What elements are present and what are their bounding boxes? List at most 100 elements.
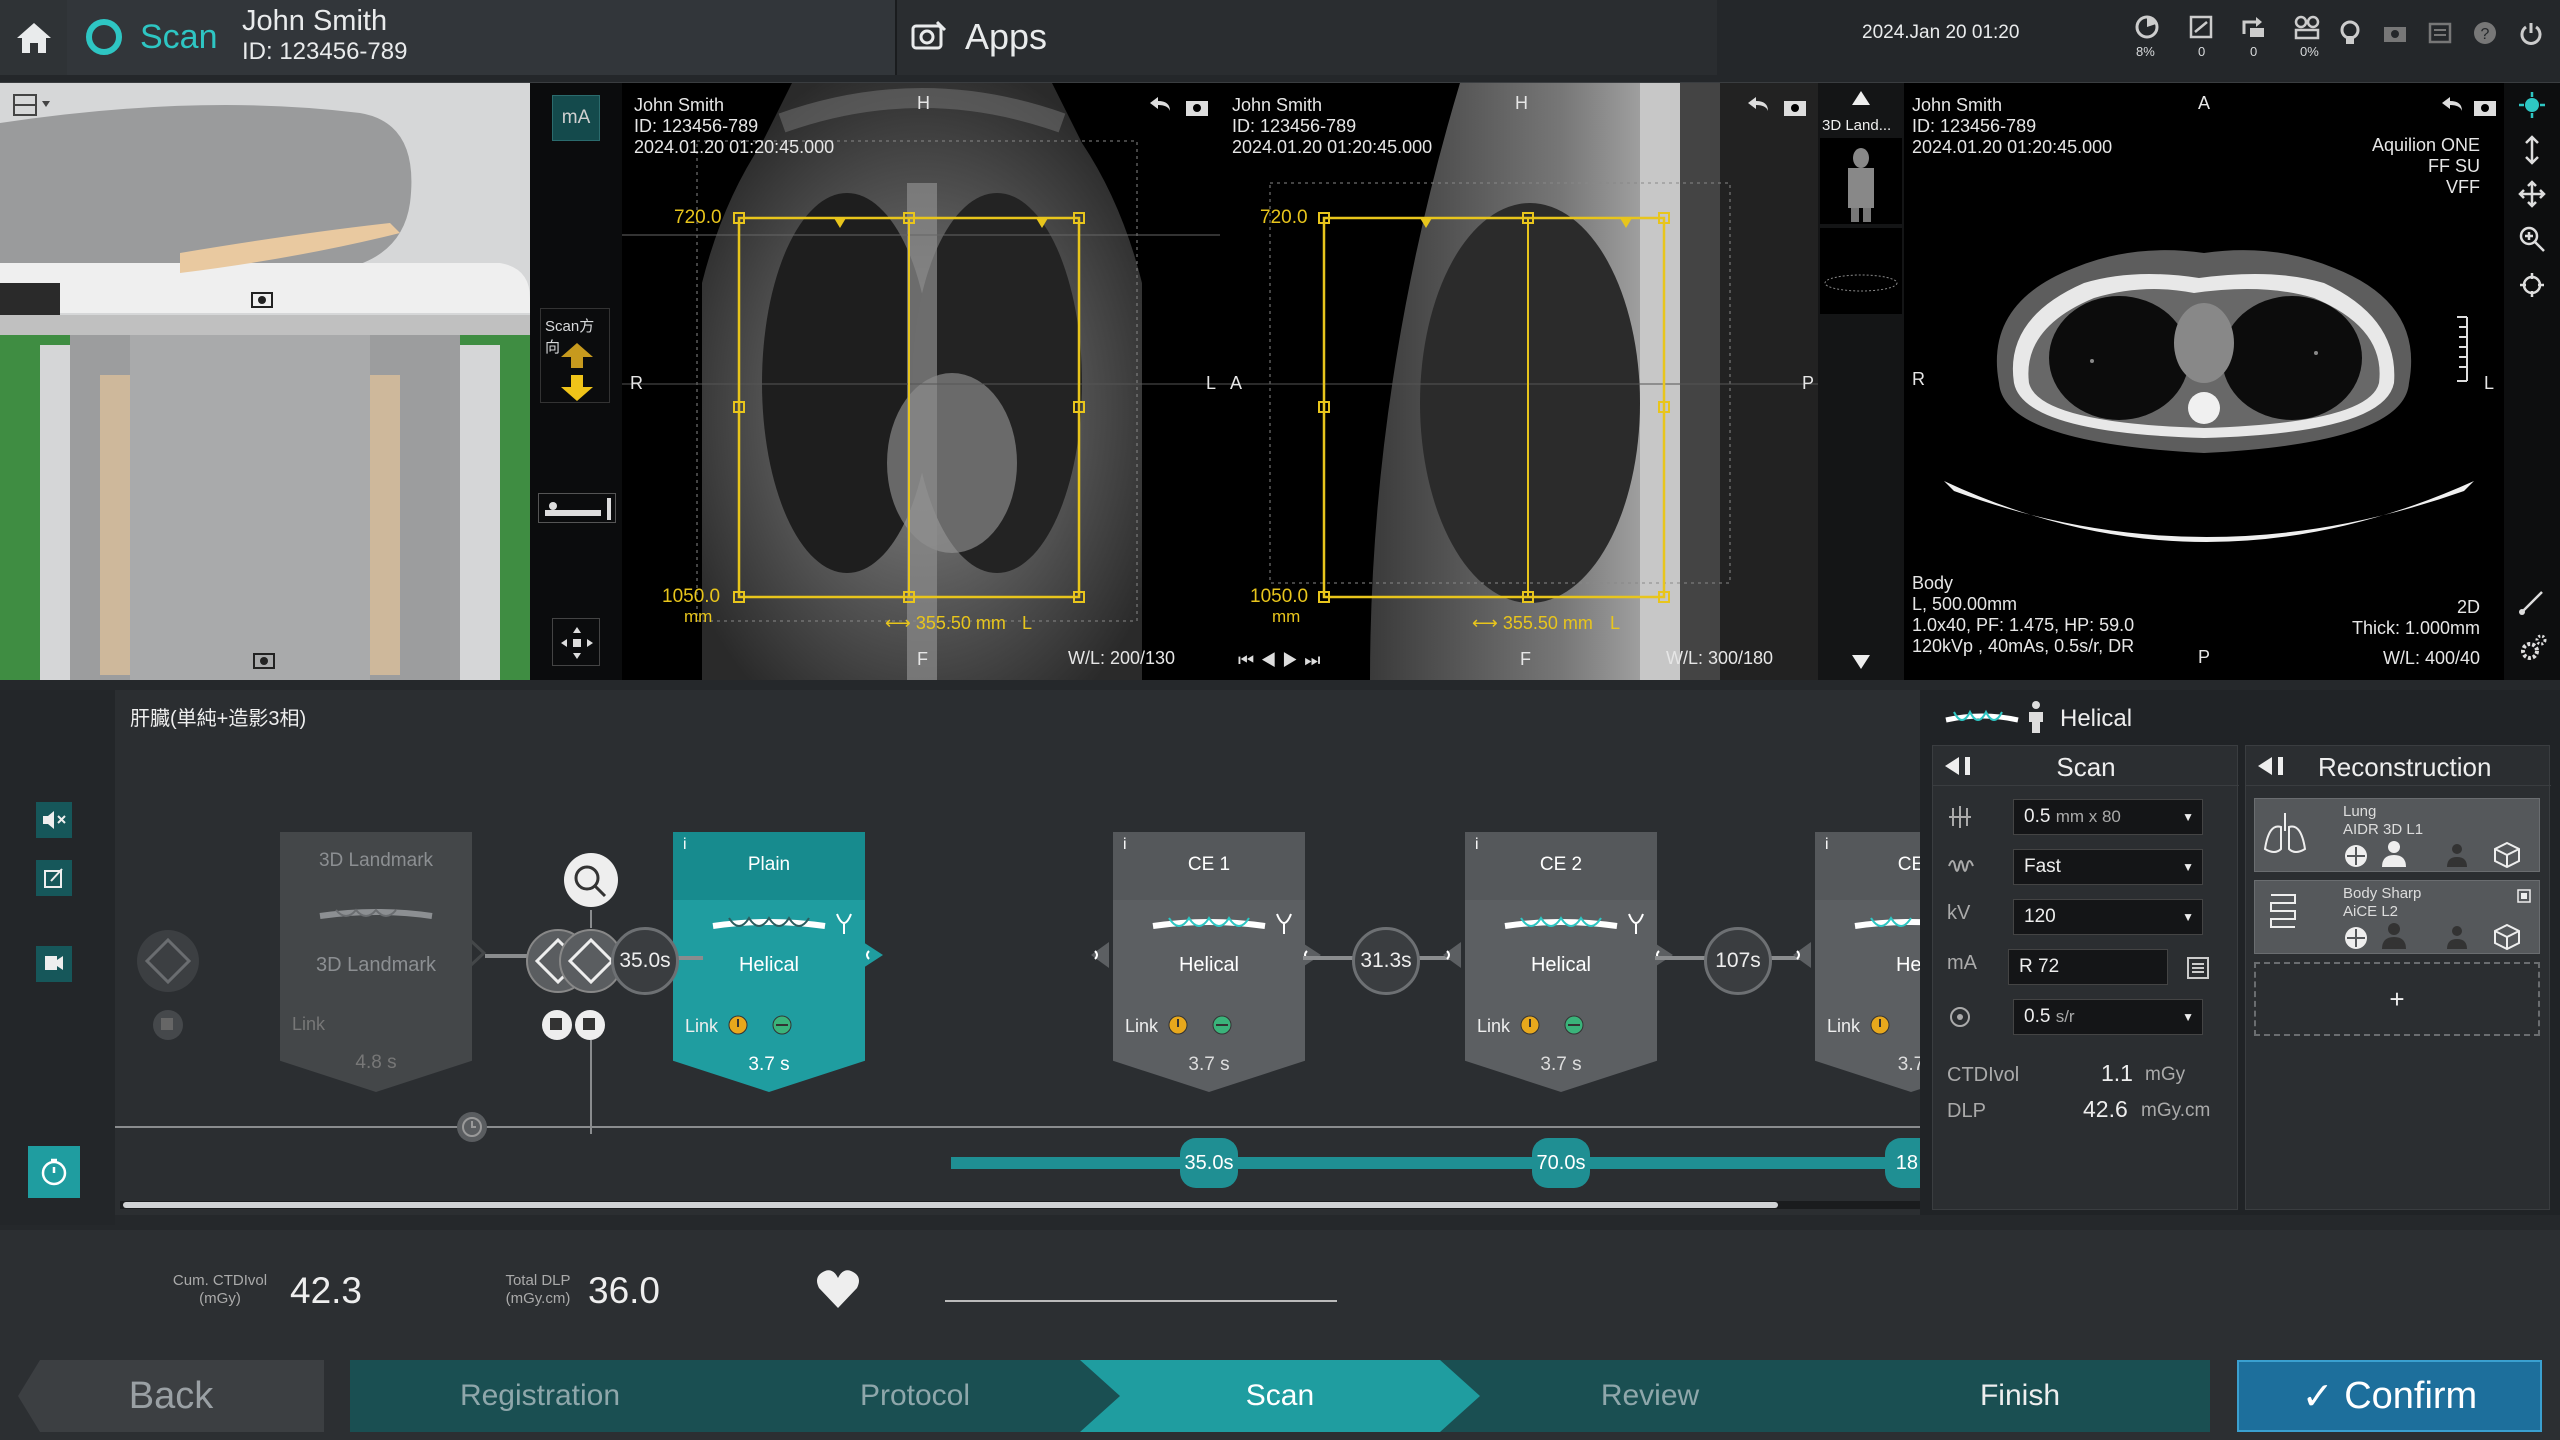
- link-right-icon[interactable]: [1299, 940, 1329, 970]
- step-link[interactable]: Link: [1125, 1016, 1158, 1037]
- landmark-thumb-1[interactable]: [1820, 138, 1902, 224]
- link-left-icon[interactable]: [1085, 940, 1111, 970]
- step-link[interactable]: Link: [685, 1016, 718, 1037]
- camera-icon[interactable]: [250, 289, 274, 309]
- window-level[interactable]: W/L: 400/40: [2383, 648, 2480, 669]
- ma-field[interactable]: R 72: [2008, 949, 2168, 985]
- camera-icon[interactable]: [252, 650, 276, 670]
- network-icon[interactable]: [2292, 14, 2322, 40]
- step-scan[interactable]: Scan: [1080, 1360, 1480, 1432]
- landmark-strip[interactable]: 3D Land...: [1818, 83, 1904, 680]
- camera-icon[interactable]: [2472, 95, 2498, 119]
- user-icon[interactable]: [2445, 841, 2469, 869]
- speed-select[interactable]: Fast ▼: [2013, 849, 2203, 885]
- voice-button[interactable]: [36, 946, 72, 982]
- step-link[interactable]: Link: [292, 1014, 325, 1035]
- settings-sun-icon[interactable]: [2518, 91, 2546, 119]
- scroll-up-icon[interactable]: [1850, 89, 1872, 107]
- zoom-icon[interactable]: [2518, 225, 2546, 253]
- ma-button[interactable]: mA: [552, 95, 600, 141]
- transfer-icon[interactable]: [2240, 14, 2268, 40]
- help-icon[interactable]: ?: [2472, 20, 2498, 46]
- contrast-icon[interactable]: [1563, 1014, 1585, 1036]
- info-icon[interactable]: i: [683, 836, 687, 854]
- edit-button[interactable]: [36, 860, 72, 896]
- injector-button[interactable]: [561, 850, 621, 910]
- undo-icon[interactable]: [1744, 95, 1772, 119]
- queue-icon[interactable]: [2188, 14, 2214, 40]
- warning-icon[interactable]: [727, 1014, 749, 1036]
- info-icon[interactable]: i: [1123, 836, 1127, 854]
- recon-item-body[interactable]: Body Sharp AiCE L2: [2254, 880, 2540, 954]
- timing-mark[interactable]: 18: [1885, 1138, 1920, 1188]
- voice-node-icon[interactable]: [151, 1008, 185, 1042]
- undo-icon[interactable]: [1146, 95, 1174, 119]
- voice-node-icon[interactable]: [540, 1008, 574, 1042]
- collapse-left-icon[interactable]: [2256, 755, 2286, 777]
- step-plain[interactable]: i Plain Helical Link 3.7 s: [673, 832, 865, 1092]
- rotation-select[interactable]: 0.5 s/r ▼: [2013, 999, 2203, 1035]
- 3d-cube-icon[interactable]: [2493, 841, 2521, 869]
- step-registration[interactable]: Registration: [350, 1360, 730, 1432]
- info-icon[interactable]: i: [1825, 836, 1829, 854]
- pan-icon[interactable]: [2518, 180, 2546, 208]
- heart-icon[interactable]: [815, 1268, 861, 1310]
- disk-icon[interactable]: [2134, 14, 2160, 40]
- camera-icon[interactable]: [1782, 95, 1808, 119]
- dose-icon[interactable]: [2343, 925, 2369, 951]
- clock-node[interactable]: [455, 1110, 489, 1144]
- step-ce3[interactable]: i CE Hel Link 3.7: [1815, 832, 1920, 1092]
- page-icon[interactable]: [2520, 135, 2544, 165]
- headset-icon[interactable]: [2338, 20, 2362, 46]
- window-level[interactable]: W/L: 300/180: [1666, 648, 1773, 669]
- home-button[interactable]: [0, 0, 67, 75]
- axial-viewer[interactable]: John Smith ID: 123456-789 2024.01.20 01:…: [1904, 83, 2504, 680]
- user-icon[interactable]: [2445, 923, 2469, 951]
- person-icon[interactable]: [2379, 921, 2409, 951]
- ma-list-icon[interactable]: [2185, 955, 2211, 981]
- protocol-timeline[interactable]: 肝臓(単純+造影3相) 3D Landmark 3D Landmark Link…: [115, 690, 1920, 1215]
- add-recon-button[interactable]: +: [2254, 962, 2540, 1036]
- camera-layout-icon[interactable]: [12, 93, 58, 119]
- warning-icon[interactable]: [1519, 1014, 1541, 1036]
- timer-button[interactable]: [28, 1146, 80, 1198]
- step-ce1[interactable]: i CE 1 Helical Link 3.7 s: [1113, 832, 1305, 1092]
- warning-icon[interactable]: [1869, 1014, 1891, 1036]
- voice-node-icon[interactable]: [573, 1008, 607, 1042]
- lateral-scanogram-viewer[interactable]: John Smith ID: 123456-789 2024.01.20 01:…: [1220, 83, 1818, 680]
- link-right-icon[interactable]: [861, 940, 891, 970]
- patient-orientation-button[interactable]: [538, 493, 616, 523]
- person-icon[interactable]: [2379, 839, 2409, 869]
- list-icon[interactable]: [2428, 22, 2452, 44]
- arrow-up-icon[interactable]: [559, 341, 595, 369]
- info-icon[interactable]: i: [1475, 836, 1479, 854]
- delay-badge[interactable]: 35.0s: [611, 927, 679, 995]
- arrow-down-icon[interactable]: [559, 373, 595, 403]
- measure-icon[interactable]: [2518, 588, 2546, 616]
- delay-badge[interactable]: 107s: [1704, 927, 1772, 995]
- recon-item-lung[interactable]: Lung AIDR 3D L1: [2254, 798, 2540, 872]
- power-icon[interactable]: [2518, 20, 2544, 46]
- cine-controls[interactable]: ⏮◀▶⏭: [1238, 650, 1327, 671]
- scan-tab[interactable]: Scan John Smith ID: 123456-789: [67, 0, 895, 75]
- start-node[interactable]: [133, 926, 203, 996]
- move-button[interactable]: [552, 618, 600, 666]
- link-left-icon[interactable]: [1787, 940, 1813, 970]
- contrast-icon[interactable]: [771, 1014, 793, 1036]
- mute-button[interactable]: [36, 802, 72, 838]
- delay-badge[interactable]: 31.3s: [1352, 927, 1420, 995]
- step-ce2[interactable]: i CE 2 Helical Link 3.7 s: [1465, 832, 1657, 1092]
- step-review[interactable]: Review: [1460, 1360, 1840, 1432]
- landmark-thumb-2[interactable]: [1820, 228, 1902, 314]
- camera-icon[interactable]: [1184, 95, 1210, 119]
- step-finish[interactable]: Finish: [1830, 1360, 2210, 1432]
- step-3d-landmark[interactable]: 3D Landmark 3D Landmark Link 4.8 s: [280, 832, 472, 1092]
- crosshair-icon[interactable]: [2518, 271, 2546, 299]
- warning-icon[interactable]: [1167, 1014, 1189, 1036]
- timing-mark[interactable]: 70.0s: [1532, 1138, 1590, 1188]
- kv-select[interactable]: 120 ▼: [2013, 899, 2203, 935]
- apps-tab[interactable]: Apps: [895, 0, 1717, 75]
- 3d-cube-icon[interactable]: [2493, 923, 2521, 951]
- settings-gear-icon[interactable]: [2518, 633, 2548, 663]
- back-button[interactable]: Back: [18, 1360, 324, 1432]
